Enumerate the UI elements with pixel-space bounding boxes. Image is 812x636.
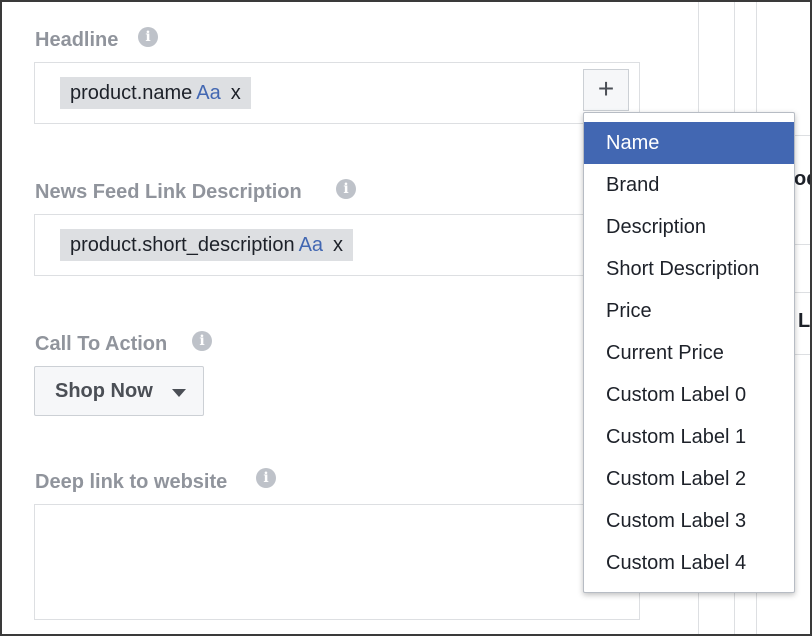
- info-icon[interactable]: i: [256, 468, 276, 488]
- app-frame: Headline i product.name Aa x + News Feed L…: [0, 0, 812, 636]
- field-dropdown-menu: Name Brand Description Short Description…: [583, 112, 795, 593]
- dropdown-item-custom-label-4[interactable]: Custom Label 4: [584, 542, 794, 584]
- link-description-field[interactable]: product.short_description Aa x: [34, 214, 640, 276]
- call-to-action-value: Shop Now: [55, 380, 153, 402]
- dropdown-item-custom-label-3[interactable]: Custom Label 3: [584, 500, 794, 542]
- dropdown-item-current-price[interactable]: Current Price: [584, 332, 794, 374]
- clipped-label: L: [798, 310, 811, 332]
- token-text: product.short_description: [70, 234, 295, 256]
- call-to-action-label: Call To Action: [35, 333, 168, 355]
- deep-link-input[interactable]: [34, 504, 640, 620]
- info-icon[interactable]: i: [336, 179, 356, 199]
- plus-icon[interactable]: +: [583, 69, 629, 111]
- dropdown-item-price[interactable]: Price: [584, 290, 794, 332]
- headline-label: Headline: [35, 29, 119, 51]
- deep-link-label: Deep link to website: [35, 471, 228, 493]
- dropdown-item-custom-label-0[interactable]: Custom Label 0: [584, 374, 794, 416]
- dropdown-item-short-description[interactable]: Short Description: [584, 248, 794, 290]
- text-format-icon[interactable]: Aa: [299, 234, 323, 256]
- link-description-label: News Feed Link Description: [35, 181, 302, 203]
- remove-token-icon[interactable]: x: [231, 82, 241, 104]
- dropdown-item-brand[interactable]: Brand: [584, 164, 794, 206]
- info-icon[interactable]: i: [192, 331, 212, 351]
- call-to-action-select[interactable]: Shop Now: [34, 366, 204, 416]
- dropdown-item-custom-label-2[interactable]: Custom Label 2: [584, 458, 794, 500]
- headline-token: product.name Aa x: [60, 77, 251, 109]
- clipped-heading: od: [794, 168, 810, 190]
- text-format-icon[interactable]: Aa: [196, 82, 220, 104]
- dropdown-item-description[interactable]: Description: [584, 206, 794, 248]
- info-icon[interactable]: i: [138, 27, 158, 47]
- dropdown-item-name[interactable]: Name: [584, 122, 794, 164]
- remove-token-icon[interactable]: x: [333, 234, 343, 256]
- dropdown-item-custom-label-1[interactable]: Custom Label 1: [584, 416, 794, 458]
- link-description-token: product.short_description Aa x: [60, 229, 354, 261]
- token-text: product.name: [70, 82, 193, 104]
- caret-down-icon: [172, 389, 186, 397]
- headline-field[interactable]: product.name Aa x: [34, 62, 640, 124]
